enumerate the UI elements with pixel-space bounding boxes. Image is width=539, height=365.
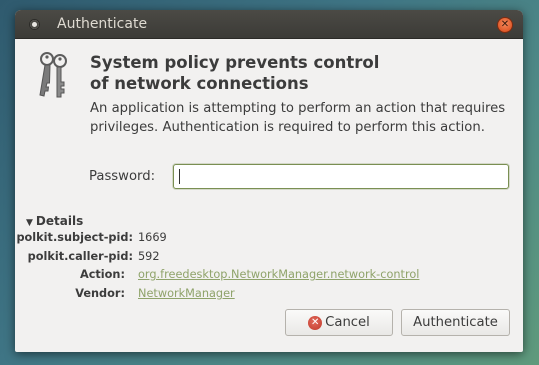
window-menu-icon[interactable] [29,19,40,30]
detail-value-caller-pid: 592 [138,250,160,263]
window-title: Authenticate [57,16,148,32]
authenticate-label: Authenticate [413,315,498,330]
detail-key-vendor: Vendor: [75,287,125,300]
password-field[interactable] [173,164,509,189]
cancel-button[interactable]: ✕ Cancel [285,309,393,336]
detail-key-action: Action: [79,268,125,281]
cancel-icon: ✕ [308,315,323,330]
password-label: Password: [89,169,156,184]
action-link[interactable]: org.freedesktop.NetworkManager.network-c… [138,268,419,281]
heading-line-2: of network connections [90,74,309,93]
title-bar[interactable]: Authenticate ✕ [15,10,523,39]
close-button[interactable]: ✕ [497,17,513,33]
detail-key-caller-pid: polkit.caller-pid: [27,250,133,263]
details-expander[interactable]: ▼ Details [26,214,83,228]
text-caret [179,169,180,184]
heading-line-1: System policy prevents control [90,53,380,72]
close-icon: ✕ [500,19,510,30]
details-label: Details [35,214,84,228]
keys-icon [39,52,67,98]
detail-key-subject-pid: polkit.subject-pid: [16,231,133,244]
authenticate-dialog: Authenticate ✕ System policy prevents co… [15,10,523,352]
authenticate-button[interactable]: Authenticate [401,309,510,336]
dialog-heading: System policy prevents control of networ… [90,52,390,94]
detail-value-subject-pid: 1669 [138,231,167,244]
vendor-link[interactable]: NetworkManager [138,287,235,300]
dialog-message: An application is attempting to perform … [90,101,506,135]
cancel-label: Cancel [325,315,370,330]
expander-triangle-icon: ▼ [26,218,33,228]
